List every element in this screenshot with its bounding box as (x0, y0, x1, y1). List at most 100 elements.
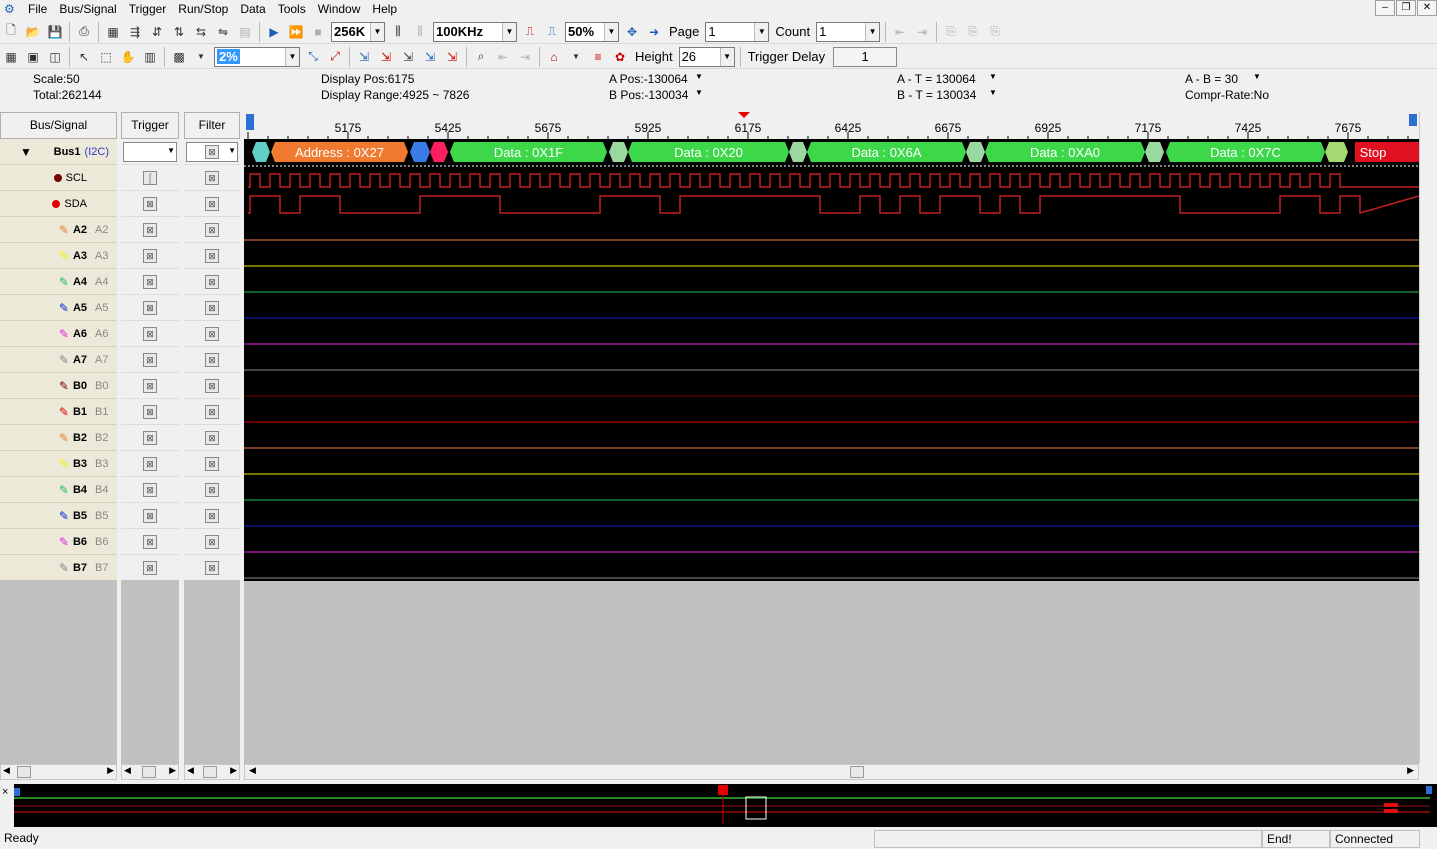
scroll-left-icon[interactable]: ◀ (187, 765, 194, 776)
sample-config-alt-icon[interactable]: ⫼ (410, 22, 430, 42)
page-next-icon[interactable]: ⇥ (912, 22, 932, 42)
filter-dont-care-icon[interactable]: ⊠ (205, 378, 219, 393)
trigger-dont-care-icon[interactable]: ⊠ (143, 534, 157, 549)
trigger-cell[interactable]: ⌠ (121, 165, 179, 191)
collapse-triangle-icon[interactable]: ▼ (20, 145, 32, 159)
trigger-cell[interactable]: ⊠ (121, 425, 179, 451)
chevron-down-icon[interactable]: ▼ (285, 47, 299, 66)
signal-row-a5[interactable]: ✎ A5 A5 (0, 295, 117, 321)
filter-dont-care-icon[interactable]: ⊠ (205, 196, 219, 211)
calculator-icon[interactable]: ▦ (1, 47, 21, 67)
waveform-view[interactable]: 5175 5425 5675 5925 6175 6425 6675 6925 7175 7425… (244, 112, 1419, 581)
pointer-icon[interactable]: ↖ (74, 47, 94, 67)
filter-dont-care-icon[interactable]: ⊠ (205, 456, 219, 471)
filter-dont-care-icon[interactable]: ⊠ (205, 482, 219, 497)
clock-waveform-icon[interactable]: ⎍ (520, 22, 540, 42)
filter-cell[interactable]: ⊠ (184, 477, 240, 503)
channel-pen-icon[interactable]: ✎ (59, 249, 69, 263)
bar-b-icon[interactable]: ⇲ (376, 47, 396, 67)
filter-cell[interactable]: ⊠ (184, 555, 240, 581)
export-range-icon[interactable]: ⎘ (985, 22, 1005, 42)
menu-bus-signal[interactable]: Bus/Signal (53, 0, 122, 18)
channel-pen-icon[interactable]: ✎ (59, 405, 69, 419)
export-icon[interactable]: ⎘ (941, 22, 961, 42)
trigger-cell[interactable]: ⊠ (121, 243, 179, 269)
bus-filter-select[interactable]: ⊠ ▼ (184, 139, 240, 165)
signal-row-a6[interactable]: ✎ A6 A6 (0, 321, 117, 347)
trigger-dont-care-icon[interactable]: ⊠ (143, 430, 157, 445)
filter-box-icon[interactable]: ⊠ (205, 144, 219, 159)
scroll-left-icon[interactable]: ◀ (3, 765, 10, 776)
trigger-cell[interactable]: ⊠ (121, 217, 179, 243)
chevron-down-icon[interactable]: ▼ (167, 146, 175, 155)
minimize-icon[interactable]: – (1375, 0, 1395, 16)
chevron-down-icon[interactable]: ▼ (719, 47, 734, 66)
header-filter[interactable]: Filter (184, 112, 240, 139)
scroll-thumb[interactable] (17, 766, 31, 778)
menu-window[interactable]: Window (312, 0, 367, 18)
filter-cell[interactable]: ⊠ (184, 373, 240, 399)
chevron-down-icon[interactable]: ▼ (228, 146, 236, 155)
memory-depth-select[interactable]: 256K ▼ (331, 21, 385, 42)
channel-pen-icon[interactable]: ✎ (59, 353, 69, 367)
menu-help[interactable]: Help (366, 0, 403, 18)
height-select[interactable]: 26 ▼ (678, 46, 735, 67)
filter-dont-care-icon[interactable]: ⊠ (205, 274, 219, 289)
signal-row-b6[interactable]: ✎ B6 B6 (0, 529, 117, 555)
scroll-left-icon[interactable]: ◀ (249, 765, 256, 776)
filter-cell[interactable]: ⊠ (184, 191, 240, 217)
signal-row-b5[interactable]: ✎ B5 B5 (0, 503, 117, 529)
filter-cell[interactable]: ⊠ (184, 399, 240, 425)
signal-row-sda[interactable]: SDA (0, 191, 117, 217)
trigger-cell[interactable]: ⊠ (121, 191, 179, 217)
filter-dont-care-icon[interactable]: ⊠ (205, 248, 219, 263)
scroll-right-icon[interactable]: ▶ (1407, 765, 1414, 776)
layers-icon[interactable]: ◫ (45, 47, 65, 67)
filter-cell[interactable]: ⊠ (184, 425, 240, 451)
signal-row-b3[interactable]: ✎ B3 B3 (0, 451, 117, 477)
trigger-scrollbar[interactable]: ◀ ▶ (121, 764, 179, 780)
filter-dont-care-icon[interactable]: ⊠ (205, 430, 219, 445)
bus-icon[interactable]: ≡ (588, 47, 608, 67)
filter-cell[interactable]: ⊠ (184, 165, 240, 191)
trigger-dont-care-icon[interactable]: ⊠ (143, 508, 157, 523)
channel-color-dot-icon[interactable] (53, 173, 62, 182)
channel-pen-icon[interactable]: ✎ (59, 301, 69, 315)
script-icon[interactable]: ▤ (235, 22, 255, 42)
channel-pen-icon[interactable]: ✎ (59, 535, 69, 549)
chip-icon[interactable]: ▣ (23, 47, 43, 67)
chevron-down-icon[interactable]: ▼ (989, 88, 997, 97)
start-marker-icon[interactable] (246, 114, 254, 130)
chevron-down-icon[interactable]: ▼ (695, 88, 703, 97)
scroll-right-icon[interactable]: ▶ (169, 765, 176, 776)
signal-row-b7[interactable]: ✎ B7 B7 (0, 555, 117, 581)
trigger-dont-care-icon[interactable]: ⊠ (143, 326, 157, 341)
page-select[interactable]: 1 ▼ (705, 21, 770, 42)
grid-icon[interactable]: ▩ (169, 47, 189, 67)
scroll-left-icon[interactable]: ◀ (124, 765, 131, 776)
goto-trigger-icon[interactable]: ✥ (622, 22, 642, 42)
filter-cell[interactable]: ⊠ (184, 295, 240, 321)
trigger-cell[interactable]: ⊠ (121, 451, 179, 477)
name-scrollbar[interactable]: ◀ ▶ (0, 764, 117, 780)
sample-config-icon[interactable]: ⫼ (388, 22, 408, 42)
trigger-dont-care-icon[interactable]: ⊠ (143, 222, 157, 237)
end-marker-icon[interactable] (1409, 114, 1417, 126)
trigger-cell[interactable]: ⊠ (121, 373, 179, 399)
filter-cell[interactable]: ⊠ (184, 269, 240, 295)
sample-rate-select[interactable]: 100KHz ▼ (433, 21, 517, 42)
chevron-down-icon[interactable]: ▼ (191, 47, 211, 67)
bar-add-icon[interactable]: ⇲ (442, 47, 462, 67)
trigger-cell[interactable]: ⊠ (121, 503, 179, 529)
menu-trigger[interactable]: Trigger (123, 0, 173, 18)
bus-filter-combo[interactable]: ⊠ ▼ (186, 141, 238, 162)
filter-dont-care-icon[interactable]: ⊠ (205, 222, 219, 237)
chevron-down-icon[interactable]: ▼ (1253, 72, 1261, 81)
scroll-right-icon[interactable]: ▶ (230, 765, 237, 776)
overview-end-marker-icon[interactable] (1426, 786, 1432, 794)
goto-cursor-icon[interactable]: ➜ (644, 22, 664, 42)
close-icon[interactable]: ✕ (1417, 0, 1437, 16)
signal-row-b1[interactable]: ✎ B1 B1 (0, 399, 117, 425)
run-icon[interactable]: ▶ (264, 22, 284, 42)
signal-row-b4[interactable]: ✎ B4 B4 (0, 477, 117, 503)
